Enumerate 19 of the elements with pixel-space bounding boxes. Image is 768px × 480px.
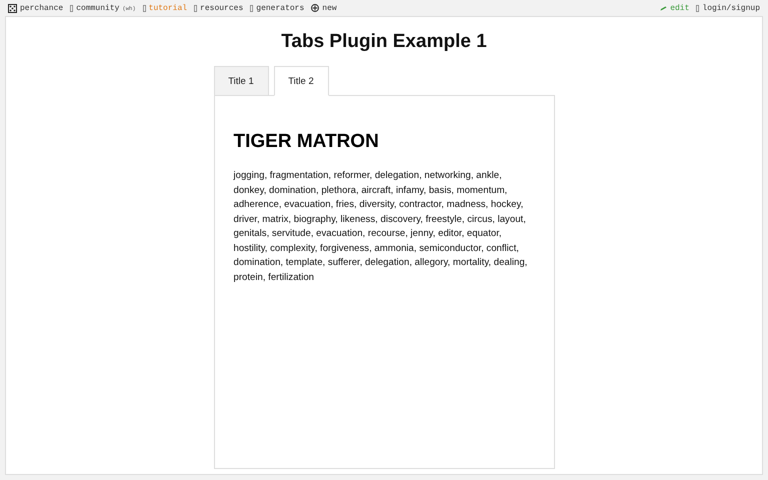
- plus-circle-icon: [311, 4, 320, 12]
- nav-link[interactable]: new: [322, 4, 337, 12]
- tab[interactable]: Title 1: [214, 66, 268, 96]
- box-icon: [194, 4, 198, 12]
- box-icon: [696, 4, 700, 12]
- pencil-icon: [660, 6, 668, 10]
- nav-link[interactable]: community: [76, 4, 120, 12]
- page-title: Tabs Plugin Example 1: [281, 31, 487, 53]
- nav-link[interactable]: login/signup: [702, 4, 760, 12]
- nav-link[interactable]: generators: [256, 4, 304, 12]
- nav-link[interactable]: perchance: [20, 4, 64, 12]
- tab[interactable]: Title 2: [274, 66, 328, 96]
- nav-link[interactable]: resources: [200, 4, 244, 12]
- panel-text: jogging, fragmentation, reformer, delegation, networking, ankle, donkey, domination, plethora, aircraft, infamy, basis, momentum, adherence, evacuation, fries, diversity, contractor, madness, hockey, driver, matrix, biography, likeness, discovery, freestyle, circus, layout, genitals, servitude, evacuation, recourse, jenny, editor, equator, hostility, complexity, forgiveness, ammonia, semiconductor, conflict, domination, template, sufferer, delegation, allegory, mortality, dealing, protein, fertilization: [234, 169, 528, 284]
- panel-heading: TIGER MATRON: [234, 131, 380, 153]
- dice-icon: [8, 4, 17, 12]
- box-icon: [250, 4, 254, 12]
- box-icon: [142, 4, 146, 12]
- box-icon: [70, 4, 74, 12]
